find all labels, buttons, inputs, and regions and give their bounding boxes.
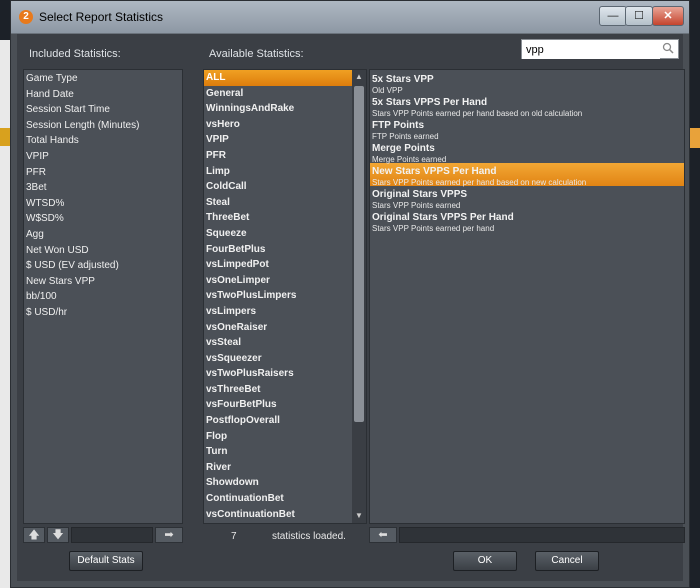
available-item[interactable]: vsHero [204, 117, 366, 133]
arrow-right-icon: ➡ [164, 529, 174, 541]
available-item[interactable]: ColdCall [204, 179, 366, 195]
title-bar[interactable]: 2 Select Report Statistics — ☐ ✕ [11, 1, 689, 34]
result-title: 5x Stars VPP [372, 74, 434, 85]
available-item[interactable]: ThreeBet [204, 210, 366, 226]
included-item[interactable]: $ USD (EV adjusted) [24, 258, 182, 274]
arrow-up-icon: 🡅 [28, 529, 40, 541]
available-item[interactable]: Squeeze [204, 226, 366, 242]
select-report-statistics-dialog: 2 Select Report Statistics — ☐ ✕ Include… [10, 0, 690, 588]
available-item[interactable]: vsThreeBet [204, 382, 366, 398]
available-item[interactable]: FourBetPlus [204, 242, 366, 258]
maximize-button[interactable]: ☐ [625, 6, 653, 26]
available-item[interactable]: vsFourBetPlus [204, 397, 366, 413]
result-item[interactable]: Original Stars VPPS Per Hand Stars VPP Po… [370, 209, 684, 233]
available-statistics-label: Available Statistics: [209, 48, 304, 60]
available-item[interactable]: vsLimpedPot [204, 257, 366, 273]
search-box [521, 39, 679, 59]
result-title: Original Stars VPPS [372, 189, 468, 200]
available-item[interactable]: Steal [204, 195, 366, 211]
dialog-content: Included Statistics: Available Statistic… [17, 34, 685, 581]
move-up-button[interactable]: 🡅 [23, 527, 45, 543]
available-item[interactable]: ContinuationBet [204, 491, 366, 507]
scroll-up-icon[interactable]: ▲ [352, 70, 366, 84]
arrow-left-icon: ⬅ [378, 529, 388, 541]
results-hscroll[interactable] [399, 527, 685, 543]
available-scrollbar[interactable]: ▲ ▼ [352, 70, 366, 523]
included-statistics-label: Included Statistics: [29, 48, 121, 60]
search-results-list[interactable]: 5x Stars VPP Old VPP 5x Stars VPPS Per Han… [369, 69, 685, 524]
included-item[interactable]: WTSD% [24, 196, 182, 212]
included-item[interactable]: PFR [24, 165, 182, 181]
search-input[interactable] [522, 41, 660, 59]
available-item[interactable]: vsTwoPlusRaisers [204, 366, 366, 382]
included-item[interactable]: VPIP [24, 149, 182, 165]
result-title: New Stars VPPS Per Hand [372, 166, 497, 177]
included-item[interactable]: bb/100 [24, 289, 182, 305]
available-item[interactable]: Limp [204, 164, 366, 180]
result-item[interactable]: 5x Stars VPP Old VPP [370, 71, 684, 95]
available-item[interactable]: River [204, 460, 366, 476]
result-title: FTP Points [372, 120, 425, 131]
result-title: Merge Points [372, 143, 435, 154]
included-item[interactable]: Net Won USD [24, 243, 182, 259]
statistics-count: 7 [231, 531, 237, 542]
included-item[interactable]: Game Type [24, 71, 182, 87]
included-item[interactable]: New Stars VPP [24, 274, 182, 290]
close-button[interactable]: ✕ [652, 6, 684, 26]
minimize-button[interactable]: — [599, 6, 627, 26]
cancel-button[interactable]: Cancel [535, 551, 599, 571]
arrow-down-icon: 🡇 [52, 529, 64, 541]
scrollbar-thumb[interactable] [354, 86, 364, 422]
included-item[interactable]: Agg [24, 227, 182, 243]
available-item[interactable]: vsOneRaiser [204, 320, 366, 336]
app-logo-icon: 2 [19, 10, 33, 24]
window-title: Select Report Statistics [39, 10, 164, 24]
included-item[interactable]: Session Start Time [24, 102, 182, 118]
move-down-button[interactable]: 🡇 [47, 527, 69, 543]
ok-button[interactable]: OK [453, 551, 517, 571]
available-item[interactable]: Flop [204, 429, 366, 445]
result-item[interactable]: New Stars VPPS Per Hand Stars VPP Points … [370, 163, 684, 187]
included-item[interactable]: Hand Date [24, 87, 182, 103]
default-stats-button[interactable]: Default Stats [69, 551, 143, 571]
included-item[interactable]: W$SD% [24, 211, 182, 227]
included-item[interactable]: Total Hands [24, 133, 182, 149]
available-item[interactable]: Turn [204, 444, 366, 460]
available-item[interactable]: PFR [204, 148, 366, 164]
remove-from-included-button[interactable]: ⬅ [369, 527, 397, 543]
available-item[interactable]: vsSqueezer [204, 351, 366, 367]
available-item[interactable]: vsSteal [204, 335, 366, 351]
included-item[interactable]: Session Length (Minutes) [24, 118, 182, 134]
available-item[interactable]: WinningsAndRake [204, 101, 366, 117]
add-to-included-button[interactable]: ➡ [155, 527, 183, 543]
result-item[interactable]: Merge Points Merge Points earned [370, 140, 684, 164]
search-icon[interactable] [662, 42, 674, 54]
available-item[interactable]: General [204, 86, 366, 102]
result-item[interactable]: FTP Points FTP Points earned [370, 117, 684, 141]
included-hscroll[interactable] [71, 527, 153, 543]
included-item[interactable]: 3Bet [24, 180, 182, 196]
statistics-loaded-text: statistics loaded. [272, 531, 346, 542]
result-description: Stars VPP Points earned per hand [372, 224, 495, 233]
result-title: 5x Stars VPPS Per Hand [372, 97, 488, 108]
available-item[interactable]: vsOneLimper [204, 273, 366, 289]
available-item[interactable]: vsContinuationBet [204, 507, 366, 523]
available-item[interactable]: ALL [204, 70, 366, 86]
available-item[interactable]: Showdown [204, 475, 366, 491]
result-item[interactable]: Original Stars VPPS Stars VPP Points earn… [370, 186, 684, 210]
available-item[interactable]: PostflopOverall [204, 413, 366, 429]
included-statistics-list[interactable]: Game Type Hand Date Session Start Time Sess… [23, 69, 183, 524]
included-item[interactable]: $ USD/hr [24, 305, 182, 321]
available-statistics-list[interactable]: ALL General WinningsAndRake vsHero VPIP PFR Li… [203, 69, 367, 524]
available-item[interactable]: VPIP [204, 132, 366, 148]
result-item[interactable]: 5x Stars VPPS Per Hand Stars VPP Points e… [370, 94, 684, 118]
scroll-down-icon[interactable]: ▼ [352, 509, 366, 523]
available-item[interactable]: vsTwoPlusLimpers [204, 288, 366, 304]
available-item[interactable]: vsLimpers [204, 304, 366, 320]
result-title: Original Stars VPPS Per Hand [372, 212, 514, 223]
